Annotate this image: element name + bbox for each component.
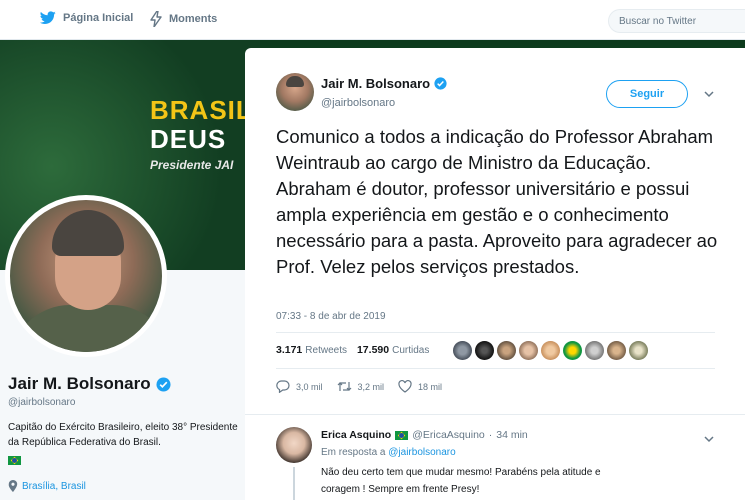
home-bird-icon — [40, 11, 56, 24]
thread-line — [293, 467, 295, 500]
tweet-timestamp[interactable]: 07:33 - 8 de abr de 2019 — [276, 311, 386, 322]
nav-moments[interactable]: Moments — [150, 11, 217, 27]
profile-name-text: Jair M. Bolsonaro — [8, 374, 151, 393]
likers-avatars — [453, 341, 648, 360]
liker-avatar[interactable] — [497, 341, 516, 360]
liker-avatar[interactable] — [475, 341, 494, 360]
liker-avatar[interactable] — [629, 341, 648, 360]
reply-text: Não deu certo tem que mudar mesmo! Parab… — [321, 464, 606, 500]
likes-label[interactable]: Curtidas — [392, 345, 429, 356]
profile-location-text[interactable]: Brasília, Brasil — [22, 481, 86, 492]
separator-dot: · — [488, 429, 493, 441]
retweets-count[interactable]: 3.171 — [276, 344, 302, 356]
tweet-author-handle[interactable]: @jairbolsonaro — [321, 97, 395, 109]
divider — [276, 368, 715, 369]
liker-avatar[interactable] — [563, 341, 582, 360]
chevron-down-icon[interactable] — [703, 433, 715, 445]
tweet-author-avatar[interactable] — [276, 73, 314, 111]
lightning-icon — [150, 11, 162, 27]
follow-button[interactable]: Seguir — [606, 80, 688, 108]
brazil-flag-icon — [8, 452, 21, 470]
likes-count[interactable]: 17.590 — [357, 344, 389, 356]
tweet-author-name[interactable]: Jair M. Bolsonaro — [321, 76, 447, 91]
profile-bio: Capitão do Exército Brasileiro, eleito 3… — [8, 422, 238, 448]
liker-avatar[interactable] — [607, 341, 626, 360]
retweet-icon — [337, 382, 351, 391]
reply-tweet[interactable]: Erica Asquino @EricaAsquino · 34 min Em … — [245, 414, 745, 500]
search-input[interactable] — [608, 9, 745, 33]
banner-text-line2: DEUS — [150, 124, 227, 154]
chevron-down-icon[interactable] — [703, 88, 715, 100]
profile-name: Jair M. Bolsonaro — [8, 374, 171, 394]
verified-icon — [434, 77, 447, 90]
in-reply-prefix: Em resposta a — [321, 447, 386, 458]
location-pin-icon — [8, 480, 18, 492]
verified-icon — [156, 376, 171, 392]
divider — [276, 332, 715, 333]
reply-author-avatar[interactable] — [276, 427, 312, 463]
reply-action[interactable]: 3,0 mil — [276, 380, 323, 393]
reply-icon — [276, 380, 290, 393]
tweet-modal: Jair M. Bolsonaro @jairbolsonaro Seguir … — [245, 48, 745, 500]
liker-avatar[interactable] — [585, 341, 604, 360]
retweet-action[interactable]: 3,2 mil — [337, 380, 385, 393]
reply-author-handle[interactable]: @EricaAsquino — [412, 429, 485, 441]
liker-avatar[interactable] — [453, 341, 472, 360]
retweet-count: 3,2 mil — [357, 381, 385, 392]
tweet-stats: 3.171 Retweets 17.590 Curtidas — [276, 344, 429, 356]
tweet-author-name-text: Jair M. Bolsonaro — [321, 76, 431, 91]
tweet-text: Comunico a todos a indicação do Professo… — [276, 126, 718, 277]
retweets-label[interactable]: Retweets — [305, 345, 347, 356]
in-reply-handle-link[interactable]: @jairbolsonaro — [388, 447, 455, 458]
profile-handle[interactable]: @jairbolsonaro — [8, 397, 75, 408]
reply-text-content: Não deu certo tem que mudar mesmo! Parab… — [321, 467, 601, 495]
reply-count: 3,0 mil — [296, 381, 323, 392]
heart-icon — [398, 380, 412, 393]
reply-time[interactable]: 34 min — [496, 429, 528, 441]
in-reply-to: Em resposta a @jairbolsonaro — [321, 447, 456, 458]
profile-avatar[interactable] — [5, 195, 167, 357]
nav-home-label: Página Inicial — [63, 12, 134, 24]
profile-location: Brasília, Brasil — [8, 480, 86, 492]
nav-moments-label: Moments — [169, 13, 218, 25]
banner-text-line1: BRASIL — [150, 95, 253, 125]
reply-author-name[interactable]: Erica Asquino — [321, 429, 391, 441]
tweet-actions: 3,0 mil 3,2 mil 18 mil — [276, 380, 456, 393]
like-count: 18 mil — [418, 381, 443, 392]
nav-home[interactable]: Página Inicial — [40, 11, 133, 25]
liker-avatar[interactable] — [541, 341, 560, 360]
liker-avatar[interactable] — [519, 341, 538, 360]
reply-header: Erica Asquino @EricaAsquino · 34 min — [321, 429, 528, 441]
top-navigation: Página Inicial Moments — [0, 0, 745, 40]
like-action[interactable]: 18 mil — [398, 380, 442, 393]
banner-text-line3: Presidente JAI — [150, 158, 234, 172]
brazil-flag-icon — [395, 430, 409, 440]
